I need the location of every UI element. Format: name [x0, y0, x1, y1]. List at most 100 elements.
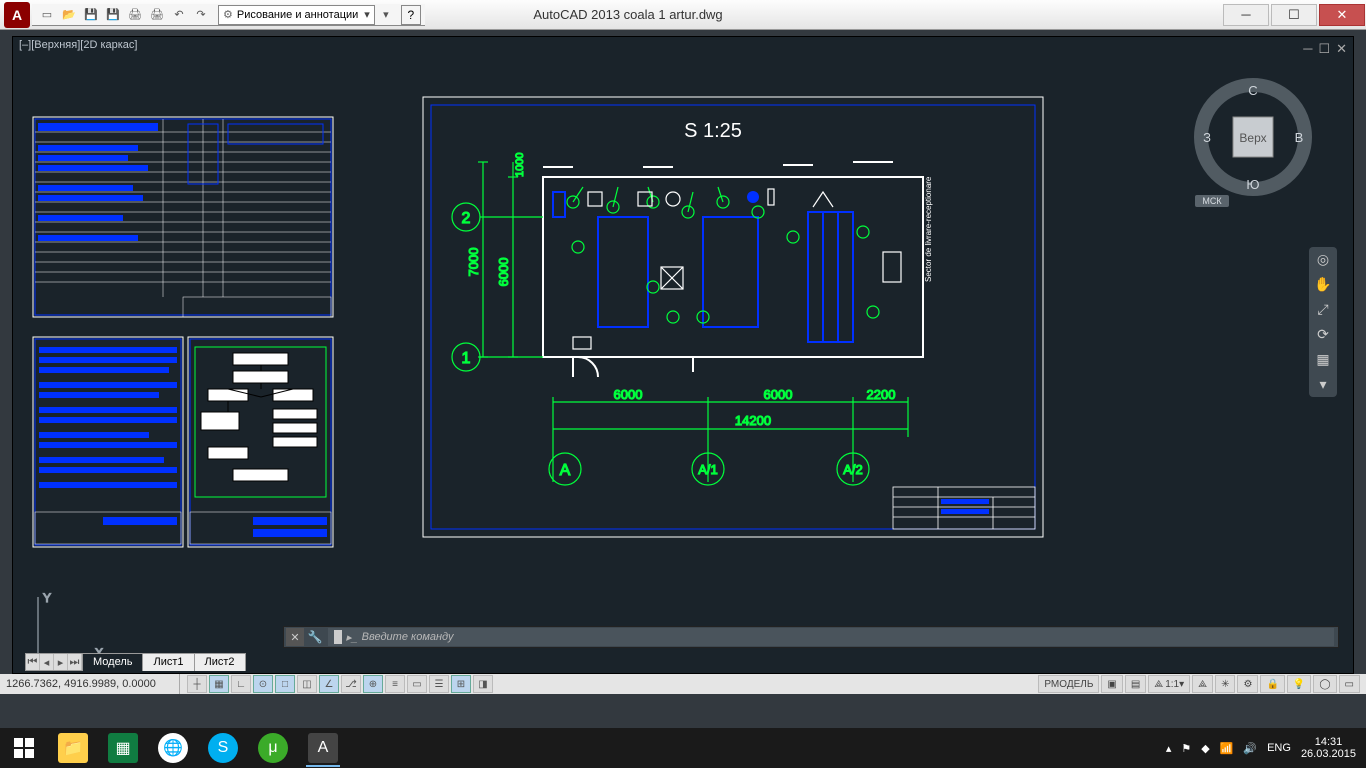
tray-nvidia-icon[interactable]: ◆	[1201, 742, 1209, 755]
qat-more-icon[interactable]: ▾	[376, 6, 396, 24]
help-button[interactable]: ?	[401, 5, 421, 25]
svg-text:1: 1	[462, 350, 471, 367]
viewport[interactable]: [–][Верхняя][2D каркас] ─ ☐ ✕	[12, 36, 1354, 674]
task-skype[interactable]: S	[198, 728, 248, 768]
task-excel[interactable]: ▦	[98, 728, 148, 768]
svg-text:1000: 1000	[514, 153, 526, 177]
task-utorrent[interactable]: μ	[248, 728, 298, 768]
tab-model[interactable]: Модель	[82, 653, 143, 671]
viewcube[interactable]: С В Ю З Верх МСК	[1193, 77, 1313, 207]
svg-text:В: В	[1295, 130, 1304, 145]
svg-text:З: З	[1203, 130, 1211, 145]
tray-clock[interactable]: 14:31 26.03.2015	[1301, 736, 1356, 760]
close-button[interactable]: ✕	[1319, 4, 1365, 26]
tray-flag-icon[interactable]: ⚑	[1181, 742, 1191, 755]
command-input[interactable]: ▸_ Введите команду	[328, 628, 1334, 646]
svg-text:A: A	[560, 462, 571, 479]
annovis-icon[interactable]: ⟁	[1192, 675, 1213, 693]
cmdline-close-icon[interactable]: ✕	[286, 628, 304, 646]
dyn-button[interactable]: ⊕	[363, 675, 383, 693]
qp-button[interactable]: ☰	[429, 675, 449, 693]
hardware-accel-icon[interactable]: 💡	[1287, 675, 1311, 693]
thumbnail-sheet-1	[33, 117, 333, 317]
toolbar-lock-icon[interactable]: 🔒	[1260, 675, 1284, 693]
lwt-button[interactable]: ≡	[385, 675, 405, 693]
tab-next-icon[interactable]: ▸	[54, 654, 68, 670]
modelspace-button[interactable]: РМОДЕЛЬ	[1038, 675, 1099, 693]
quickview-layout-icon[interactable]: ▣	[1101, 675, 1122, 693]
isolate-icon[interactable]: ◯	[1313, 675, 1336, 693]
cleanscreen-icon[interactable]: ▭	[1339, 675, 1360, 693]
save-icon[interactable]: 💾	[81, 6, 101, 24]
quickview-dwg-icon[interactable]: ▤	[1125, 675, 1146, 693]
am-button[interactable]: ◨	[473, 675, 493, 693]
tray-network-icon[interactable]: 📶	[1220, 742, 1234, 755]
gear-icon: ⚙	[223, 8, 233, 21]
svg-text:2: 2	[462, 210, 471, 227]
coordinates[interactable]: 1266.7362, 4916.9989, 0.0000	[0, 674, 180, 694]
system-tray[interactable]: ▴ ⚑ ◆ 📶 🔊 ENG 14:31 26.03.2015	[1166, 736, 1366, 760]
annoauto-icon[interactable]: ✳	[1215, 675, 1235, 693]
wheel-icon[interactable]: ◎	[1317, 251, 1329, 268]
scale-text: S 1:25	[684, 120, 742, 142]
navbar-more-icon[interactable]: ▾	[1319, 376, 1326, 393]
svg-text:С: С	[1248, 83, 1257, 98]
saveas-icon[interactable]: 💾	[103, 6, 123, 24]
tab-prev-icon[interactable]: ◂	[40, 654, 54, 670]
main-area: [–][Верхняя][2D каркас] ─ ☐ ✕	[0, 30, 1366, 728]
main-sheet: S 1:25	[423, 97, 1043, 537]
svg-text:2200: 2200	[867, 387, 896, 402]
orbit-icon[interactable]: ⟳	[1317, 326, 1329, 343]
cmdline-wrench-icon[interactable]: 🔧	[306, 628, 324, 646]
drawing-canvas[interactable]: S 1:25	[13, 37, 1353, 677]
tray-volume-icon[interactable]: 🔊	[1243, 742, 1257, 755]
tray-lang[interactable]: ENG	[1267, 742, 1291, 754]
ducs-button[interactable]: ⎇	[341, 675, 361, 693]
undo-icon[interactable]: ↶	[169, 6, 189, 24]
command-line[interactable]: ✕ 🔧 ▸_ Введите команду	[283, 626, 1339, 648]
workspace-label: Рисование и аннотации	[237, 9, 358, 21]
navigation-bar[interactable]: ◎ ✋ ⤢ ⟳ ▦ ▾	[1309, 247, 1337, 397]
svg-text:7000: 7000	[466, 248, 481, 277]
start-button[interactable]	[0, 728, 48, 768]
3dosnap-button[interactable]: ◫	[297, 675, 317, 693]
maximize-button[interactable]: ☐	[1271, 4, 1317, 26]
svg-text:Y: Y	[43, 591, 51, 605]
svg-text:A/2: A/2	[843, 462, 863, 477]
tab-last-icon[interactable]: ⏭	[68, 654, 82, 670]
polar-button[interactable]: ⊙	[253, 675, 273, 693]
task-chrome[interactable]: 🌐	[148, 728, 198, 768]
redo-icon[interactable]: ↷	[191, 6, 211, 24]
osnap-button[interactable]: □	[275, 675, 295, 693]
minimize-button[interactable]: ─	[1223, 4, 1269, 26]
workspace-dropdown[interactable]: ⚙ Рисование и аннотации ▾	[218, 5, 375, 25]
task-explorer[interactable]: 📁	[48, 728, 98, 768]
app-logo[interactable]: A	[4, 2, 30, 28]
sc-button[interactable]: ⊞	[451, 675, 471, 693]
tab-sheet2[interactable]: Лист2	[194, 653, 246, 671]
open-icon[interactable]: 📂	[59, 6, 79, 24]
plot-icon[interactable]: 🖨	[125, 6, 145, 24]
tray-up-icon[interactable]: ▴	[1166, 742, 1172, 755]
thumbnail-sheet-2	[33, 337, 183, 547]
grid-button[interactable]: ▦	[209, 675, 229, 693]
new-icon[interactable]: ▭	[37, 6, 57, 24]
layout-tabs: ⏮ ◂ ▸ ⏭ Модель Лист1 Лист2	[25, 651, 246, 671]
tab-nav[interactable]: ⏮ ◂ ▸ ⏭	[25, 653, 83, 671]
tab-first-icon[interactable]: ⏮	[26, 654, 40, 670]
showmotion-icon[interactable]: ▦	[1316, 351, 1329, 368]
svg-text:Sector de livrare-receptionare: Sector de livrare-receptionare	[924, 176, 933, 282]
plot-preview-icon[interactable]: 🖨	[147, 6, 167, 24]
tpy-button[interactable]: ▭	[407, 675, 427, 693]
snap-button[interactable]: ┼	[187, 675, 207, 693]
svg-text:Верх: Верх	[1239, 131, 1266, 145]
svg-text:A/1: A/1	[698, 462, 718, 477]
ortho-button[interactable]: ∟	[231, 675, 251, 693]
annoscale-button[interactable]: ⟁ 1:1 ▾	[1148, 675, 1190, 693]
ws-switch-icon[interactable]: ⚙	[1237, 675, 1258, 693]
task-autocad[interactable]: A	[298, 728, 348, 768]
pan-icon[interactable]: ✋	[1314, 276, 1331, 293]
otrack-button[interactable]: ∠	[319, 675, 339, 693]
zoom-extents-icon[interactable]: ⤢	[1317, 301, 1328, 318]
tab-sheet1[interactable]: Лист1	[142, 653, 194, 671]
